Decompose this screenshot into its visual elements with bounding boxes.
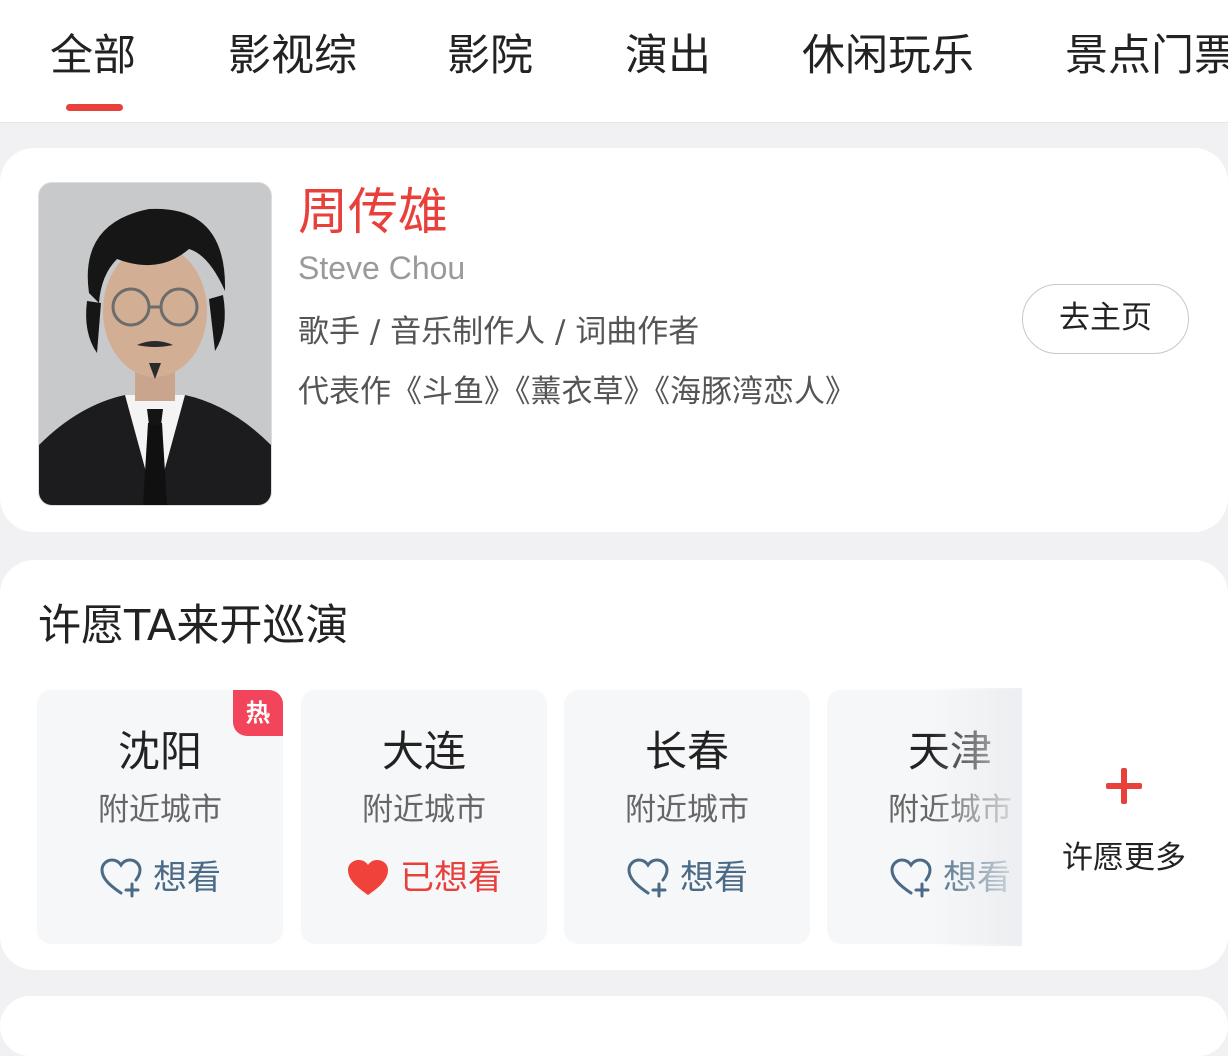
- plus-icon: [1020, 760, 1228, 816]
- wish-more-label: 许愿更多: [1062, 840, 1186, 876]
- next-section-card: [0, 996, 1228, 1056]
- heart-plus-icon: [890, 858, 932, 898]
- tab-film-tv-variety[interactable]: 影视综: [228, 28, 357, 84]
- tab-all[interactable]: 全部: [50, 28, 136, 84]
- city-card-shenyang[interactable]: 热 沈阳 附近城市 想看: [37, 690, 283, 944]
- artist-name-english: Steve Chou: [298, 250, 466, 286]
- artist-portrait-image: [39, 183, 271, 505]
- city-name: 天津: [907, 727, 992, 776]
- tab-leisure[interactable]: 休闲玩乐: [802, 28, 974, 84]
- city-card-dalian[interactable]: 大连 附近城市 已想看: [301, 690, 547, 944]
- city-card-tianjin[interactable]: 天津 附近城市 想看: [827, 690, 1020, 944]
- heart-plus-icon: [100, 858, 142, 898]
- wish-section-title: 许愿TA来开巡演: [38, 601, 349, 651]
- city-list: 热 沈阳 附近城市 想看 大连 附近城市 已想看 长春 附近城市 想看 天津 附…: [0, 688, 1020, 946]
- want-label: 想看: [153, 858, 221, 898]
- city-card-changchun[interactable]: 长春 附近城市 想看: [564, 690, 810, 944]
- city-subtitle: 附近城市: [888, 792, 1012, 828]
- artist-representative-works: 代表作《斗鱼》《薰衣草》《海豚湾恋人》: [298, 374, 856, 410]
- artist-name-chinese: 周传雄: [298, 183, 448, 241]
- city-name: 大连: [381, 727, 466, 776]
- city-subtitle: 附近城市: [98, 792, 222, 828]
- want-to-see-button[interactable]: 想看: [827, 856, 1020, 900]
- wish-tour-card: 许愿TA来开巡演 热 沈阳 附近城市 想看 大连 附近城市 已想看 长春 附近城…: [0, 560, 1228, 970]
- want-label: 已想看: [400, 858, 502, 898]
- artist-profile-card[interactable]: 周传雄 Steve Chou 歌手 / 音乐制作人 / 词曲作者 代表作《斗鱼》…: [0, 148, 1228, 532]
- artist-photo[interactable]: [38, 182, 272, 506]
- artist-roles: 歌手 / 音乐制作人 / 词曲作者: [298, 314, 700, 350]
- want-to-see-button[interactable]: 想看: [564, 856, 810, 900]
- heart-plus-icon: [627, 858, 669, 898]
- city-subtitle: 附近城市: [625, 792, 749, 828]
- city-name: 长春: [644, 727, 729, 776]
- want-to-see-button[interactable]: 想看: [37, 856, 283, 900]
- city-name: 沈阳: [117, 727, 202, 776]
- city-subtitle: 附近城市: [362, 792, 486, 828]
- wanted-button[interactable]: 已想看: [301, 856, 547, 900]
- category-tab-bar: 全部 影视综 影院 演出 休闲玩乐 景点门票: [0, 0, 1228, 123]
- tab-scenic-tickets[interactable]: 景点门票: [1065, 28, 1228, 84]
- want-label: 想看: [943, 858, 1011, 898]
- filled-heart-icon: [348, 860, 388, 895]
- want-label: 想看: [680, 858, 748, 898]
- active-tab-indicator: [66, 104, 123, 111]
- tab-cinema[interactable]: 影院: [447, 28, 533, 84]
- wish-more-button[interactable]: 许愿更多: [1020, 688, 1228, 946]
- go-to-homepage-button[interactable]: 去主页: [1022, 284, 1189, 354]
- tab-performance[interactable]: 演出: [625, 28, 711, 84]
